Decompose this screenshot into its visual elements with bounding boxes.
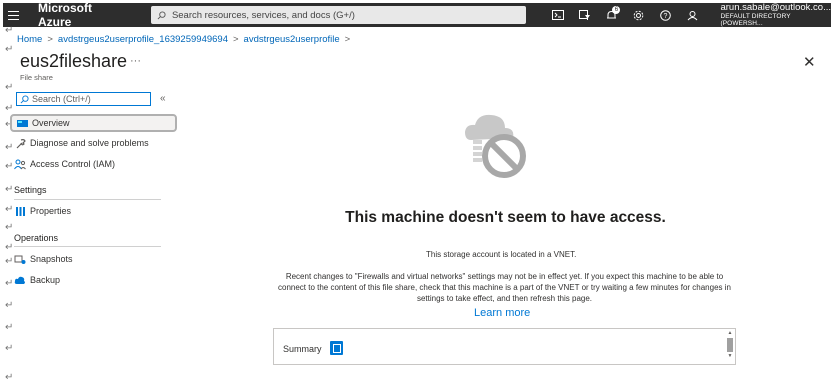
section-divider: [14, 246, 161, 247]
return-mark: ↵: [5, 161, 14, 172]
sidebar-item-access-control[interactable]: Access Control (IAM): [14, 156, 115, 172]
account-directory: DEFAULT DIRECTORY (POWERSH...: [720, 13, 791, 27]
return-mark: ↵: [5, 343, 14, 354]
return-mark: ↵: [5, 103, 14, 114]
cloud-shell-icon[interactable]: [544, 3, 571, 27]
access-error-description: Recent changes to "Firewalls and virtual…: [278, 272, 731, 303]
summary-scrollbar[interactable]: ▲ ▼: [727, 331, 733, 362]
people-icon: [14, 158, 26, 170]
return-mark: ↵: [5, 242, 14, 253]
return-mark: ↵: [5, 25, 14, 36]
return-mark: ↵: [5, 142, 14, 153]
overview-icon: [16, 117, 28, 129]
feedback-icon[interactable]: [679, 3, 706, 27]
scroll-thumb[interactable]: [727, 338, 733, 352]
sidebar-item-label: Access Control (IAM): [30, 159, 116, 169]
notification-badge: 6: [612, 6, 621, 14]
summary-panel: Summary ▲ ▼: [273, 328, 736, 365]
close-button[interactable]: ✕: [803, 53, 816, 71]
breadcrumb: Home > avdstrgeus2userprofile_1639259949…: [17, 34, 350, 45]
sidebar-item-label: Overview: [32, 118, 70, 128]
sidebar-item-label: Snapshots: [30, 254, 73, 264]
sidebar-section-operations: Operations: [14, 233, 59, 243]
collapse-sidebar-button[interactable]: «: [160, 93, 166, 104]
wrench-icon: [14, 137, 26, 149]
sidebar-item-backup[interactable]: Backup: [14, 272, 60, 288]
topbar-icons: 6 ?: [544, 3, 706, 27]
sidebar-item-label: Backup: [30, 275, 61, 285]
section-divider: [14, 199, 161, 200]
return-mark: ↵: [5, 300, 14, 311]
global-search-input[interactable]: Search resources, services, and docs (G+…: [150, 6, 527, 24]
page-subtitle: File share: [20, 73, 53, 82]
learn-more-link[interactable]: Learn more: [474, 307, 530, 319]
sidebar-search-placeholder: Search (Ctrl+/): [32, 94, 91, 104]
breadcrumb-storage-account[interactable]: avdstrgeus2userprofile: [244, 34, 340, 45]
svg-text:?: ?: [664, 13, 668, 20]
return-mark: ↵: [5, 322, 14, 333]
sidebar-item-snapshots[interactable]: Snapshots: [14, 251, 73, 267]
breadcrumb-home[interactable]: Home: [17, 34, 42, 45]
sidebar-item-label: Diagnose and solve problems: [30, 138, 149, 148]
help-icon[interactable]: ?: [652, 3, 679, 27]
copy-icon[interactable]: [330, 341, 343, 355]
sidebar-search-input[interactable]: Search (Ctrl+/): [16, 92, 151, 106]
sidebar-item-diagnose[interactable]: Diagnose and solve problems: [14, 135, 149, 151]
return-mark: ↵: [5, 184, 14, 195]
sidebar-section-settings: Settings: [14, 185, 47, 195]
top-bar: Microsoft Azure Search resources, servic…: [3, 1, 831, 29]
breadcrumb-separator: >: [47, 34, 53, 45]
no-access-cloud-icon: [465, 114, 526, 178]
return-mark: ↵: [5, 278, 14, 289]
scroll-down-arrow-icon[interactable]: ▼: [727, 354, 733, 359]
brand-logo[interactable]: Microsoft Azure: [38, 1, 124, 29]
vnet-notice: This storage account is located in a VNE…: [426, 250, 577, 259]
directory-filter-icon[interactable]: [571, 3, 598, 27]
page-title: eus2fileshare: [20, 51, 128, 71]
breadcrumb-separator: >: [232, 34, 239, 45]
return-mark: ↵: [5, 256, 14, 267]
search-icon: [20, 94, 29, 103]
scroll-up-arrow-icon[interactable]: ▲: [727, 331, 733, 336]
search-icon: [157, 10, 166, 19]
backup-cloud-icon: [14, 274, 26, 286]
return-mark: ↵: [5, 372, 14, 383]
menu-icon[interactable]: [3, 3, 24, 27]
access-error-heading: This machine doesn't seem to have access…: [345, 209, 666, 226]
settings-gear-icon[interactable]: [625, 3, 652, 27]
snapshot-icon: [14, 253, 26, 265]
global-search-placeholder: Search resources, services, and docs (G+…: [171, 9, 355, 21]
notifications-icon[interactable]: 6: [598, 3, 625, 27]
sidebar-item-overview[interactable]: Overview: [10, 114, 177, 132]
return-mark: ↵: [5, 82, 14, 93]
account-email: arun.sabale@outlook.co...: [720, 1, 831, 13]
summary-label: Summary: [283, 344, 322, 354]
return-mark: ↵: [5, 44, 14, 55]
breadcrumb-storage-account-deployment[interactable]: avdstrgeus2userprofile_1639259949694: [58, 34, 228, 45]
account-menu[interactable]: arun.sabale@outlook.co... DEFAULT DIRECT…: [720, 3, 831, 28]
more-options-button[interactable]: ···: [130, 55, 141, 67]
breadcrumb-separator: >: [344, 34, 351, 45]
